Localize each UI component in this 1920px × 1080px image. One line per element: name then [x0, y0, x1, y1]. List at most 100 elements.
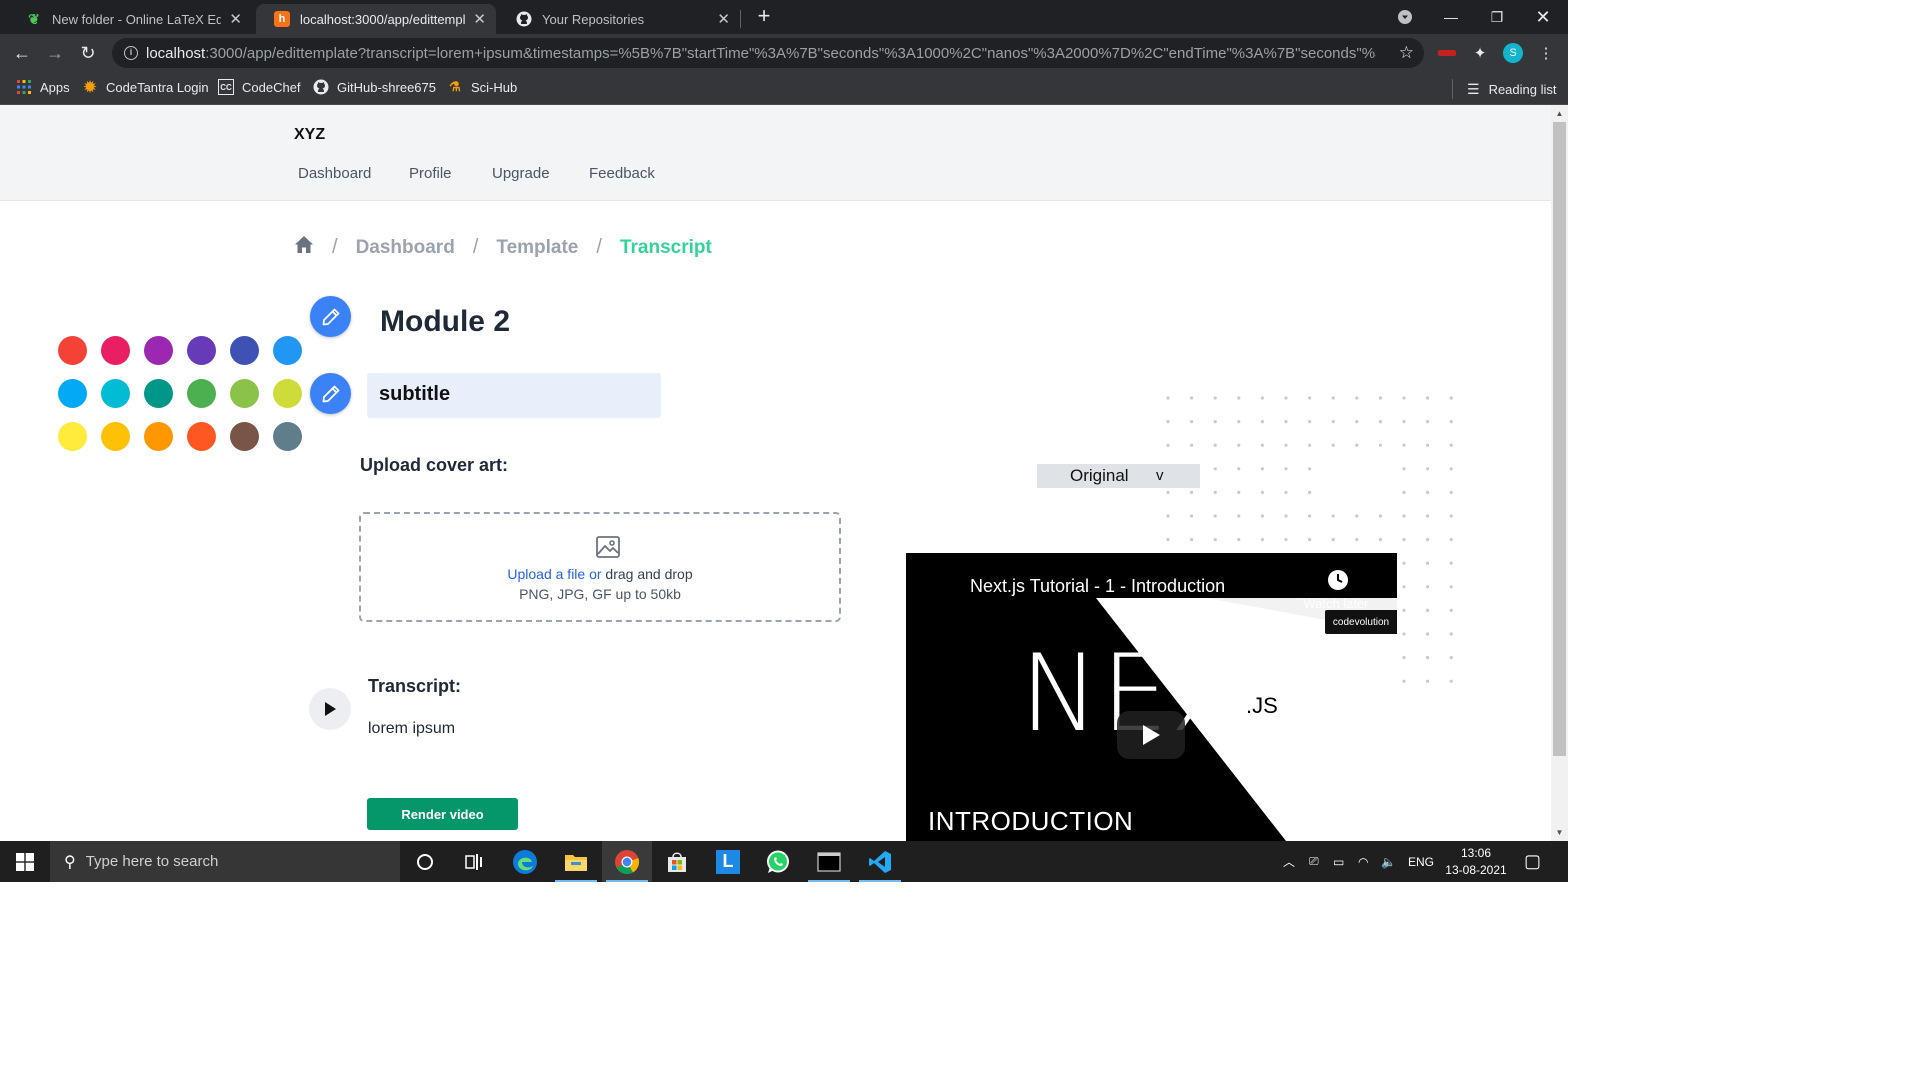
breadcrumb-dashboard[interactable]: Dashboard — [356, 237, 455, 259]
color-swatch[interactable] — [273, 422, 302, 451]
nav-dashboard[interactable]: Dashboard — [298, 165, 371, 182]
app-l-icon[interactable]: L — [703, 841, 753, 882]
color-swatch[interactable] — [101, 336, 130, 365]
close-tab-icon[interactable]: ✕ — [229, 10, 242, 28]
color-swatch[interactable] — [230, 336, 259, 365]
brand-logo[interactable]: XYZ — [294, 126, 325, 144]
menu-kebab-icon[interactable]: ⋮ — [1536, 43, 1556, 63]
video-player[interactable]: NEXT .JS Next.js Tutorial - 1 - Introduc… — [906, 553, 1397, 841]
active-app-indicator — [859, 880, 901, 882]
upload-file-link[interactable]: Upload a file or — [507, 566, 601, 582]
reading-list-button[interactable]: ☰ Reading list — [1452, 79, 1557, 99]
color-swatch[interactable] — [230, 379, 259, 408]
bookmark-codechef[interactable]: CC CodeChef — [218, 79, 301, 95]
home-icon[interactable] — [294, 235, 314, 260]
tray-app-icon[interactable]: ⎚ — [1309, 841, 1319, 882]
forward-button[interactable]: → — [42, 40, 68, 66]
back-button[interactable]: ← — [9, 40, 35, 66]
battery-icon[interactable]: ▭ — [1333, 841, 1344, 882]
color-swatch[interactable] — [187, 379, 216, 408]
color-swatch[interactable] — [273, 379, 302, 408]
watch-later-label[interactable]: Watch later — [1301, 596, 1371, 611]
volume-icon[interactable]: 🔈 — [1381, 841, 1396, 882]
whatsapp-icon[interactable] — [753, 841, 803, 882]
style-select[interactable]: Original v — [1037, 464, 1200, 488]
extension-icon[interactable] — [1437, 43, 1457, 63]
edit-subtitle-button[interactable] — [310, 373, 351, 414]
color-swatch[interactable] — [58, 336, 87, 365]
github-icon — [313, 79, 329, 95]
color-swatch[interactable] — [58, 379, 87, 408]
chrome-icon[interactable] — [602, 841, 652, 882]
active-app-indicator — [808, 880, 850, 882]
cover-art-dropzone[interactable]: Upload a file or drag and drop PNG, JPG,… — [359, 512, 841, 622]
nav-profile[interactable]: Profile — [409, 165, 452, 182]
edit-title-button[interactable] — [310, 296, 351, 337]
color-swatch[interactable] — [230, 422, 259, 451]
breadcrumb-template[interactable]: Template — [496, 237, 578, 259]
bookmark-codetantra[interactable]: ✹ CodeTantra Login — [82, 79, 209, 96]
tab-overleaf[interactable]: ❦ New folder - Online LaTeX Editor ✕ — [8, 4, 252, 34]
play-transcript-button[interactable] — [309, 688, 351, 730]
minimize-button[interactable]: — — [1428, 0, 1474, 34]
tab-search-button[interactable] — [1382, 0, 1428, 34]
bookmark-scihub[interactable]: ⚗ Sci-Hub — [447, 79, 517, 95]
video-title[interactable]: Next.js Tutorial - 1 - Introduction — [970, 576, 1225, 597]
style-select-value: Original — [1070, 466, 1129, 485]
site-info-icon[interactable]: i — [124, 46, 138, 60]
task-view-icon[interactable] — [449, 841, 499, 882]
subtitle-input[interactable]: subtitle — [367, 373, 661, 418]
color-swatch[interactable] — [101, 379, 130, 408]
address-bar[interactable]: i localhost:3000/app/edittemplate?transc… — [112, 38, 1424, 68]
scroll-down-icon[interactable]: ▼ — [1551, 824, 1568, 841]
color-swatch[interactable] — [187, 422, 216, 451]
taskbar-search[interactable]: ⚲ Type here to search — [50, 841, 400, 882]
clock[interactable]: 13:06 13-08-2021 — [1443, 845, 1509, 879]
nav-feedback[interactable]: Feedback — [589, 165, 655, 182]
page-scrollbar[interactable]: ▲ ▼ — [1551, 105, 1568, 841]
notification-icon[interactable]: ▢ — [1524, 841, 1541, 882]
upload-instructions: Upload a file or drag and drop — [361, 566, 839, 582]
reload-button[interactable]: ↻ — [75, 40, 101, 66]
bookmark-star-icon[interactable]: ☆ — [1399, 43, 1414, 63]
nav-upgrade[interactable]: Upgrade — [492, 165, 550, 182]
tab-github[interactable]: Your Repositories ✕ — [498, 4, 740, 34]
scroll-thumb[interactable] — [1553, 122, 1566, 756]
edge-icon[interactable] — [500, 841, 550, 882]
color-swatch[interactable] — [101, 422, 130, 451]
app-header: XYZ Dashboard Profile Upgrade Feedback — [0, 105, 1551, 201]
url-text[interactable]: localhost:3000/app/edittemplate?transcri… — [146, 45, 1376, 62]
cortana-icon[interactable] — [400, 841, 450, 882]
pencil-icon — [322, 308, 339, 325]
color-swatch[interactable] — [187, 336, 216, 365]
color-swatch[interactable] — [58, 422, 87, 451]
bookmark-github[interactable]: GitHub-shree675 — [313, 79, 436, 95]
close-tab-icon[interactable]: ✕ — [717, 10, 730, 28]
scroll-up-icon[interactable]: ▲ — [1551, 105, 1568, 122]
color-swatch[interactable] — [144, 336, 173, 365]
youtube-play-button[interactable] — [1117, 711, 1185, 759]
file-explorer-icon[interactable] — [551, 841, 601, 882]
tab-localhost[interactable]: h localhost:3000/app/edittemplate ✕ — [256, 4, 496, 34]
language-indicator[interactable]: ENG — [1408, 841, 1434, 882]
new-tab-button[interactable]: + — [752, 5, 776, 29]
terminal-icon[interactable] — [804, 841, 854, 882]
scihub-icon: ⚗ — [449, 79, 461, 94]
color-swatch[interactable] — [144, 422, 173, 451]
store-icon[interactable] — [652, 841, 702, 882]
render-video-button[interactable]: Render video — [367, 798, 518, 830]
restore-button[interactable]: ❐ — [1474, 0, 1520, 34]
color-swatch[interactable] — [273, 336, 302, 365]
clock-icon[interactable] — [1327, 569, 1349, 596]
vscode-icon[interactable] — [855, 841, 905, 882]
image-icon — [595, 534, 621, 563]
bookmark-apps[interactable]: Apps — [16, 79, 70, 95]
show-hidden-icons[interactable]: ︿ — [1283, 841, 1295, 882]
wifi-icon[interactable]: ◠ — [1358, 841, 1368, 882]
start-button[interactable] — [0, 841, 50, 882]
color-swatch[interactable] — [144, 379, 173, 408]
close-tab-icon[interactable]: ✕ — [473, 10, 486, 28]
extensions-puzzle-icon[interactable]: ✦ — [1470, 43, 1490, 63]
close-window-button[interactable]: ✕ — [1520, 0, 1566, 34]
profile-avatar[interactable]: S — [1503, 43, 1523, 63]
